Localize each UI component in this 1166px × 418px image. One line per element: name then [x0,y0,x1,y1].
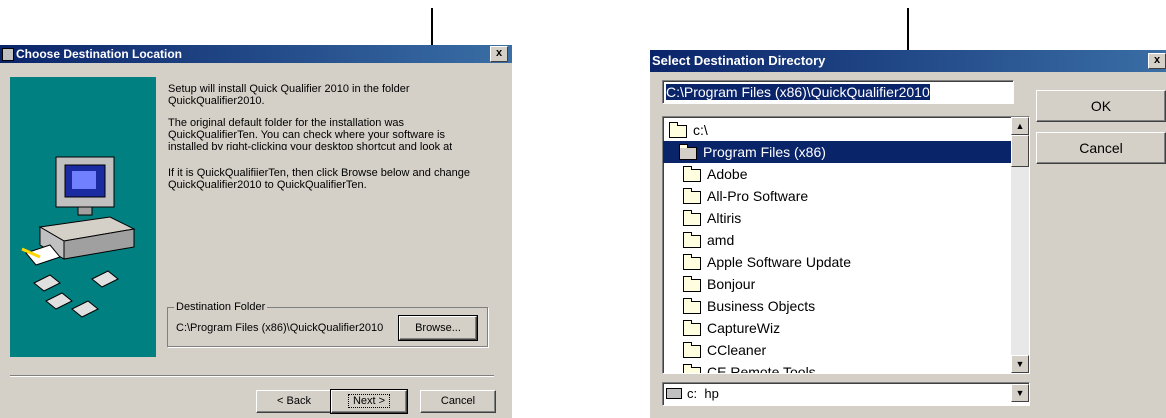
close-button[interactable]: x [490,46,508,62]
browse-button[interactable]: Browse... [398,315,478,341]
folder-label: c:\ [693,122,708,138]
select-destination-directory-dialog: Select Destination Directory x C:\Progra… [650,50,1166,418]
list-item[interactable]: CE Remote Tools [681,361,1025,374]
default-folder-text: The original default folder for the inst… [168,117,453,150]
list-item[interactable]: CCleaner [681,339,1025,361]
list-item[interactable]: Altiris [681,207,1025,229]
next-button[interactable]: Next > [330,389,408,414]
drive-select[interactable]: c: hp ▼ [662,382,1030,406]
folder-icon [683,342,701,358]
title-bar: Choose Destination Location x [0,45,512,63]
folder-label: amd [707,232,735,248]
open-folder-icon [669,122,687,138]
folder-icon [683,298,701,314]
folder-label: Program Files (x86) [703,144,826,160]
folder-label: CaptureWiz [707,320,781,336]
dialog-title: Select Destination Directory [652,53,826,68]
folder-icon [683,254,701,270]
folder-icon [683,320,701,336]
dialog-title: Choose Destination Location [16,47,183,61]
intro-text: Setup will install Quick Qualifier 2010 … [168,83,410,107]
list-item[interactable]: Adobe [681,163,1025,185]
cancel-button-label: Cancel [440,395,476,407]
back-button[interactable]: < Back [256,390,332,413]
list-item[interactable]: Business Objects [681,295,1025,317]
scroll-thumb[interactable] [1011,135,1029,167]
hard-drive-icon [666,388,682,399]
folder-label: Apple Software Update [707,254,851,270]
open-folder-icon [679,144,697,160]
list-item[interactable]: All-Pro Software [681,185,1025,207]
folder-icon [683,364,701,373]
destination-path: C:\Program Files (x86)\QuickQualifier201… [176,322,384,334]
destination-folder-label: Destination Folder [174,301,268,313]
path-input-value: C:\Program Files (x86)\QuickQualifier201… [666,84,930,100]
next-button-label: Next > [347,394,391,408]
folder-icon [683,232,701,248]
scroll-up-button[interactable]: ▲ [1011,117,1029,135]
folder-icon [683,210,701,226]
cancel-button[interactable]: Cancel [1036,132,1166,164]
folder-item-selected[interactable]: Program Files (x86) [663,141,1011,163]
folder-icon [683,166,701,182]
chevron-down-icon[interactable]: ▼ [1011,384,1029,402]
choose-destination-dialog: Choose Destination Location x Setup will… [0,45,512,418]
setup-app-icon [2,48,14,61]
scroll-down-button[interactable]: ▼ [1011,355,1029,373]
computer-illustration-icon [21,156,136,318]
folder-label: CE Remote Tools [707,364,816,374]
folder-item-drive-root[interactable]: c:\ [667,119,1011,141]
cancel-button-label: Cancel [1079,140,1123,156]
folder-list[interactable]: c:\ Program Files (x86) Adobe All-Pro So… [662,116,1030,374]
path-input[interactable]: C:\Program Files (x86)\QuickQualifier201… [662,80,1014,104]
list-item[interactable]: amd [681,229,1025,251]
back-button-label: < Back [277,395,311,407]
folder-label: Bonjour [707,276,756,292]
folder-label: Adobe [707,166,748,182]
separator [10,375,494,377]
list-item[interactable]: Bonjour [681,273,1025,295]
ok-button-label: OK [1090,98,1112,114]
folder-label: CCleaner [707,342,767,358]
browse-button-label: Browse... [415,322,461,334]
list-item[interactable]: CaptureWiz [681,317,1025,339]
close-button[interactable]: x [1148,53,1166,69]
folder-icon [683,276,701,292]
title-bar: Select Destination Directory x [650,50,1166,72]
ok-button[interactable]: OK [1036,90,1166,122]
vertical-scrollbar[interactable]: ▲ ▼ [1011,117,1029,373]
drive-select-value: c: hp [687,386,719,401]
folder-icon [683,188,701,204]
cancel-button[interactable]: Cancel [420,390,496,413]
folder-label: Business Objects [707,298,816,314]
list-item[interactable]: Apple Software Update [681,251,1025,273]
folder-label: Altiris [707,210,742,226]
browse-instruction-text: If it is QuickQualifiierTen, then click … [168,167,471,191]
setup-side-panel [10,77,156,357]
folder-label: All-Pro Software [707,188,809,204]
